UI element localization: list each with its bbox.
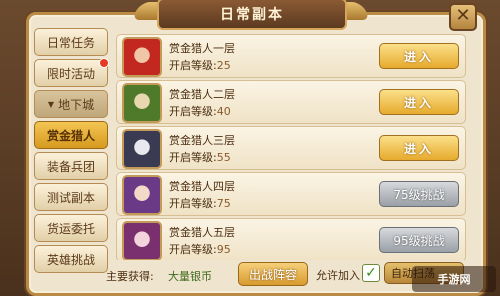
hero-avatar	[122, 37, 162, 77]
enter-button[interactable]: 进入	[379, 43, 459, 69]
hero-avatar	[122, 83, 162, 123]
chevron-down-icon: ▼	[47, 99, 55, 109]
level-list: 赏金猎人一层 开启等级:25 进入 赏金猎人二层 开启等级:40 进入 赏金猎人…	[116, 34, 466, 260]
sidebar: 日常任务 限时活动 ▼ 地下城 赏金猎人 装备兵团 测试副本 货运委托 英雄挑战	[34, 28, 109, 273]
reward-value: 大量银币	[168, 270, 212, 283]
enter-button[interactable]: 进入	[379, 135, 459, 161]
level-name: 赏金猎人二层	[169, 88, 235, 101]
level-name: 赏金猎人一层	[169, 42, 235, 55]
level-name: 赏金猎人三层	[169, 134, 235, 147]
sidebar-item-cargo-commission[interactable]: 货运委托	[34, 214, 108, 242]
list-item: 赏金猎人三层 开启等级:55 进入	[116, 126, 466, 170]
sidebar-item-limited-events[interactable]: 限时活动	[34, 58, 109, 87]
allow-join-checkbox[interactable]: ✓	[362, 264, 380, 282]
hero-avatar	[122, 129, 162, 169]
challenge-button[interactable]: 95级挑战	[379, 227, 459, 253]
sidebar-item-bounty-hunter[interactable]: 赏金猎人	[34, 121, 108, 149]
list-item: 赏金猎人二层 开启等级:40 进入	[116, 80, 466, 124]
level-name: 赏金猎人四层	[169, 180, 235, 193]
hero-avatar	[122, 221, 162, 260]
sidebar-item-equipment-legion[interactable]: 装备兵团	[34, 152, 108, 180]
sidebar-item-daily-tasks[interactable]: 日常任务	[34, 28, 108, 56]
challenge-button[interactable]: 75级挑战	[379, 181, 459, 207]
unlock-level: 开启等级:40	[169, 105, 231, 118]
footer-bar: 主要获得: 大量银币 出战阵容 允许加入 ✓ 自动扫荡	[34, 262, 474, 286]
notification-badge	[99, 58, 109, 68]
window-title: 日常副本	[157, 0, 347, 30]
list-item: 赏金猎人五层 开启等级:95 95级挑战	[116, 218, 466, 260]
battle-lineup-button[interactable]: 出战阵容	[238, 262, 308, 286]
sidebar-item-dungeon[interactable]: ▼ 地下城	[34, 90, 108, 118]
reward-label: 主要获得:	[106, 270, 154, 283]
allow-join-label: 允许加入	[316, 269, 360, 282]
unlock-level: 开启等级:55	[169, 151, 231, 164]
unlock-level: 开启等级:75	[169, 197, 231, 210]
list-item: 赏金猎人一层 开启等级:25 进入	[116, 34, 466, 78]
unlock-level: 开启等级:25	[169, 59, 231, 72]
level-name: 赏金猎人五层	[169, 226, 235, 239]
sidebar-item-test-dungeon[interactable]: 测试副本	[34, 183, 108, 211]
watermark-logo: 手游网	[412, 266, 496, 292]
list-item: 赏金猎人四层 开启等级:75 75级挑战	[116, 172, 466, 216]
close-icon[interactable]: ✕	[449, 3, 477, 31]
unlock-level: 开启等级:95	[169, 243, 231, 256]
enter-button[interactable]: 进入	[379, 89, 459, 115]
hero-avatar	[122, 175, 162, 215]
